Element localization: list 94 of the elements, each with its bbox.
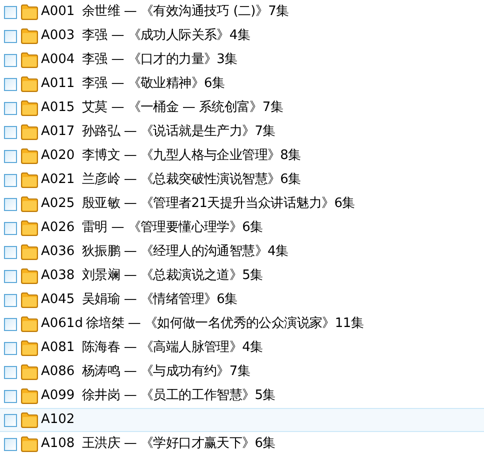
item-code: A017 <box>41 123 76 142</box>
file-row[interactable]: A026 雷明 — 《管理要懂心理学》6集 <box>0 216 484 240</box>
file-row[interactable]: A038 刘景斓 — 《总裁演说之道》5集 <box>0 264 484 288</box>
folder-title: 艾莫 — 《一桶金 — 系统创富》7集 <box>82 99 284 118</box>
folder-title: 余世维 — 《有效沟通技巧 (二)》7集 <box>82 3 289 22</box>
folder-title: 徐培桀 — 《如何做一名优秀的公众演说家》11集 <box>86 315 364 334</box>
checkbox[interactable] <box>4 102 17 114</box>
folder-title: 徐井岗 — 《员工的工作智慧》5集 <box>82 387 276 406</box>
file-row[interactable]: A021 兰彦岭 — 《总裁突破性演说智慧》6集 <box>0 168 484 192</box>
checkbox[interactable] <box>4 438 17 450</box>
folder-title: 狄振鹏 — 《经理人的沟通智慧》4集 <box>82 243 288 262</box>
checkbox[interactable] <box>4 222 17 234</box>
folder-icon <box>21 28 38 44</box>
checkbox[interactable] <box>4 6 17 18</box>
folder-icon <box>21 436 38 452</box>
item-code: A011 <box>41 75 76 94</box>
folder-icon <box>21 196 38 212</box>
item-code: A086 <box>41 363 76 382</box>
folder-title: 王洪庆 — 《学好口才赢天下》6集 <box>82 435 276 454</box>
item-code: A081 <box>41 339 76 358</box>
folder-title: 李强 — 《成功人际关系》4集 <box>82 27 250 46</box>
checkbox[interactable] <box>4 150 17 162</box>
file-row[interactable]: A001 余世维 — 《有效沟通技巧 (二)》7集 <box>0 0 484 24</box>
folder-icon <box>21 76 38 92</box>
file-row[interactable]: A011 李强 — 《敬业精神》6集 <box>0 72 484 96</box>
folder-title: 兰彦岭 — 《总裁突破性演说智慧》6集 <box>82 171 301 190</box>
file-row[interactable]: A061d 徐培桀 — 《如何做一名优秀的公众演说家》11集 <box>0 312 484 336</box>
checkbox[interactable] <box>4 366 17 378</box>
checkbox[interactable] <box>4 294 17 306</box>
folder-title: 陈海春 — 《高端人脉管理》4集 <box>82 339 263 358</box>
folder-icon <box>21 340 38 356</box>
folder-icon <box>21 292 38 308</box>
file-row[interactable]: A099 徐井岗 — 《员工的工作智慧》5集 <box>0 384 484 408</box>
file-row[interactable]: A015 艾莫 — 《一桶金 — 系统创富》7集 <box>0 96 484 120</box>
folder-icon <box>21 364 38 380</box>
checkbox[interactable] <box>4 270 17 282</box>
folder-icon <box>21 316 38 332</box>
folder-title: 李强 — 《敬业精神》6集 <box>82 75 225 94</box>
item-code: A102 <box>41 411 76 430</box>
file-row[interactable]: A017 孙路弘 — 《说话就是生产力》7集 <box>0 120 484 144</box>
folder-title: 杨涛鸣 — 《与成功有约》7集 <box>82 363 250 382</box>
checkbox[interactable] <box>4 198 17 210</box>
folder-icon <box>21 172 38 188</box>
item-code: A108 <box>41 435 76 454</box>
item-code: A004 <box>41 51 76 70</box>
item-code: A061d <box>41 315 84 334</box>
item-code: A020 <box>41 147 76 166</box>
item-code: A045 <box>41 291 76 310</box>
folder-title: 孙路弘 — 《说话就是生产力》7集 <box>82 123 276 142</box>
file-row[interactable]: A025 殷亚敏 — 《管理者21天提升当众讲话魅力》6集 <box>0 192 484 216</box>
folder-icon <box>21 124 38 140</box>
item-code: A015 <box>41 99 76 118</box>
file-row[interactable]: A102 <box>0 408 484 432</box>
item-code: A021 <box>41 171 76 190</box>
checkbox[interactable] <box>4 342 17 354</box>
item-code: A099 <box>41 387 76 406</box>
folder-icon <box>21 412 38 428</box>
folder-icon <box>21 268 38 284</box>
checkbox[interactable] <box>4 318 17 330</box>
folder-title: 殷亚敏 — 《管理者21天提升当众讲话魅力》6集 <box>82 195 355 214</box>
item-code: A001 <box>41 3 76 22</box>
checkbox[interactable] <box>4 78 17 90</box>
file-row[interactable]: A086 杨涛鸣 — 《与成功有约》7集 <box>0 360 484 384</box>
folder-icon <box>21 220 38 236</box>
folder-icon <box>21 100 38 116</box>
file-row[interactable]: A045 吴娟瑜 — 《情绪管理》6集 <box>0 288 484 312</box>
item-code: A026 <box>41 219 76 238</box>
folder-title: 吴娟瑜 — 《情绪管理》6集 <box>82 291 238 310</box>
checkbox[interactable] <box>4 54 17 66</box>
checkbox[interactable] <box>4 414 17 426</box>
checkbox[interactable] <box>4 390 17 402</box>
item-code: A038 <box>41 267 76 286</box>
checkbox[interactable] <box>4 126 17 138</box>
item-code: A003 <box>41 27 76 46</box>
file-row[interactable]: A020 李博文 — 《九型人格与企业管理》8集 <box>0 144 484 168</box>
file-row[interactable]: A036 狄振鹏 — 《经理人的沟通智慧》4集 <box>0 240 484 264</box>
folder-title: 刘景斓 — 《总裁演说之道》5集 <box>82 267 263 286</box>
folder-icon <box>21 4 38 20</box>
folder-icon <box>21 388 38 404</box>
folder-title: 李强 — 《口才的力量》3集 <box>82 51 238 70</box>
file-row[interactable]: A003 李强 — 《成功人际关系》4集 <box>0 24 484 48</box>
checkbox[interactable] <box>4 246 17 258</box>
folder-title: 李博文 — 《九型人格与企业管理》8集 <box>82 147 301 166</box>
checkbox[interactable] <box>4 30 17 42</box>
folder-icon <box>21 244 38 260</box>
item-code: A025 <box>41 195 76 214</box>
file-row[interactable]: A004 李强 — 《口才的力量》3集 <box>0 48 484 72</box>
folder-icon <box>21 148 38 164</box>
item-code: A036 <box>41 243 76 262</box>
folder-icon <box>21 52 38 68</box>
file-row[interactable]: A081 陈海春 — 《高端人脉管理》4集 <box>0 336 484 360</box>
checkbox[interactable] <box>4 174 17 186</box>
folder-title: 雷明 — 《管理要懂心理学》6集 <box>82 219 263 238</box>
file-row[interactable]: A108 王洪庆 — 《学好口才赢天下》6集 <box>0 432 484 455</box>
